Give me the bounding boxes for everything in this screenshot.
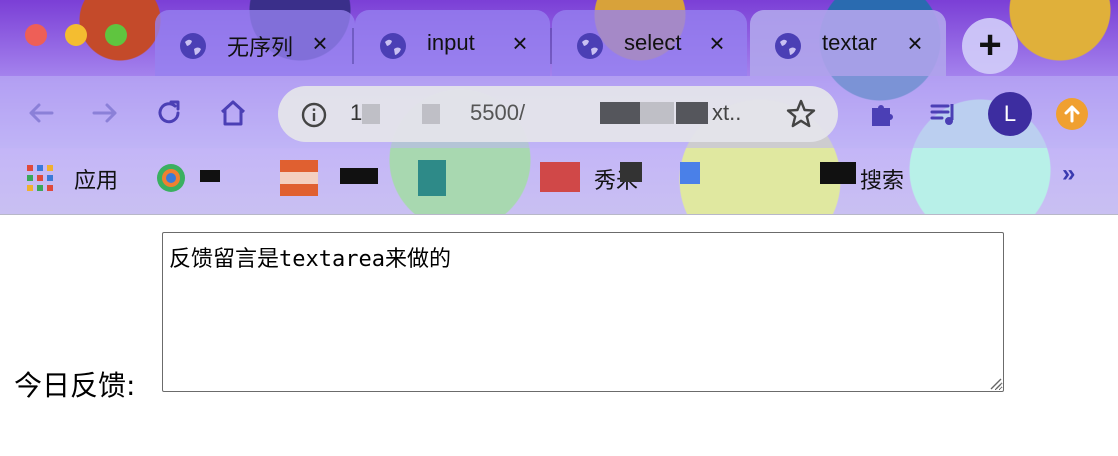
tab-input[interactable]: input × bbox=[355, 10, 550, 76]
tab-close-button[interactable]: × bbox=[507, 28, 533, 58]
apps-grid-icon[interactable] bbox=[26, 164, 54, 192]
window-close-button[interactable] bbox=[25, 24, 47, 46]
resize-grip-icon[interactable] bbox=[986, 374, 1002, 390]
globe-icon bbox=[577, 33, 603, 59]
tab-close-button[interactable]: × bbox=[307, 28, 333, 58]
info-icon[interactable] bbox=[300, 101, 328, 129]
chrome-divider bbox=[0, 214, 1118, 215]
redacted-pixel bbox=[640, 102, 674, 124]
globe-icon bbox=[180, 33, 206, 59]
plus-icon: + bbox=[978, 23, 1002, 67]
star-icon[interactable] bbox=[784, 97, 818, 131]
window-maximize-button[interactable] bbox=[105, 24, 127, 46]
arrow-up-icon bbox=[1064, 105, 1080, 123]
bookmark-favicon-icon[interactable] bbox=[418, 160, 446, 196]
redacted-pixel bbox=[422, 104, 440, 124]
redacted-pixel bbox=[540, 162, 580, 192]
tab-close-button[interactable]: × bbox=[704, 28, 730, 58]
profile-avatar[interactable]: L bbox=[988, 92, 1032, 136]
tab-title: input bbox=[427, 30, 475, 55]
redacted-pixel bbox=[362, 104, 380, 124]
globe-icon bbox=[775, 33, 801, 59]
redacted-pixel bbox=[820, 162, 856, 184]
tab-close-button[interactable]: × bbox=[902, 28, 928, 58]
redacted-pixel bbox=[600, 102, 640, 124]
bookmark-apps[interactable]: 应用 bbox=[74, 163, 118, 195]
bookmark-favicon-icon[interactable] bbox=[154, 160, 188, 196]
url-text-end: xt.. bbox=[712, 100, 742, 125]
browser-chrome: 无序列 × input × select × textar × + 5500/ … bbox=[0, 0, 1118, 215]
tab-title: textar bbox=[822, 30, 878, 55]
redacted-pixel bbox=[200, 170, 220, 182]
tab-title: select bbox=[624, 30, 682, 55]
bookmark-search[interactable]: 搜索 bbox=[860, 163, 904, 195]
tab-unordered-list[interactable]: 无序列 × bbox=[155, 10, 355, 76]
globe-icon bbox=[380, 33, 406, 59]
feedback-textarea[interactable]: 反馈留言是textarea来做的 bbox=[162, 232, 1004, 392]
tab-title: 无序列 bbox=[227, 35, 294, 60]
bookmarks-overflow-button[interactable]: » bbox=[1062, 160, 1075, 188]
redacted-pixel bbox=[620, 162, 642, 182]
home-icon[interactable] bbox=[216, 96, 250, 130]
reload-icon[interactable] bbox=[152, 96, 186, 130]
redacted-pixel bbox=[280, 172, 318, 184]
update-button[interactable] bbox=[1056, 98, 1088, 130]
feedback-label: 今日反馈: bbox=[14, 369, 136, 402]
redacted-pixel bbox=[676, 102, 708, 124]
window-minimize-button[interactable] bbox=[65, 24, 87, 46]
puzzle-icon[interactable] bbox=[866, 98, 898, 130]
redacted-pixel bbox=[340, 168, 378, 184]
tab-separator bbox=[352, 28, 354, 64]
tab-select[interactable]: select × bbox=[552, 10, 747, 76]
url-text-mid: 5500/ bbox=[470, 100, 526, 125]
arrow-left-icon[interactable] bbox=[24, 96, 58, 130]
redacted-pixel bbox=[680, 162, 700, 184]
new-tab-button[interactable]: + bbox=[962, 18, 1018, 74]
arrow-right-icon[interactable] bbox=[88, 96, 122, 130]
tab-textarea[interactable]: textar × bbox=[750, 10, 946, 76]
playlist-icon[interactable] bbox=[928, 98, 960, 130]
